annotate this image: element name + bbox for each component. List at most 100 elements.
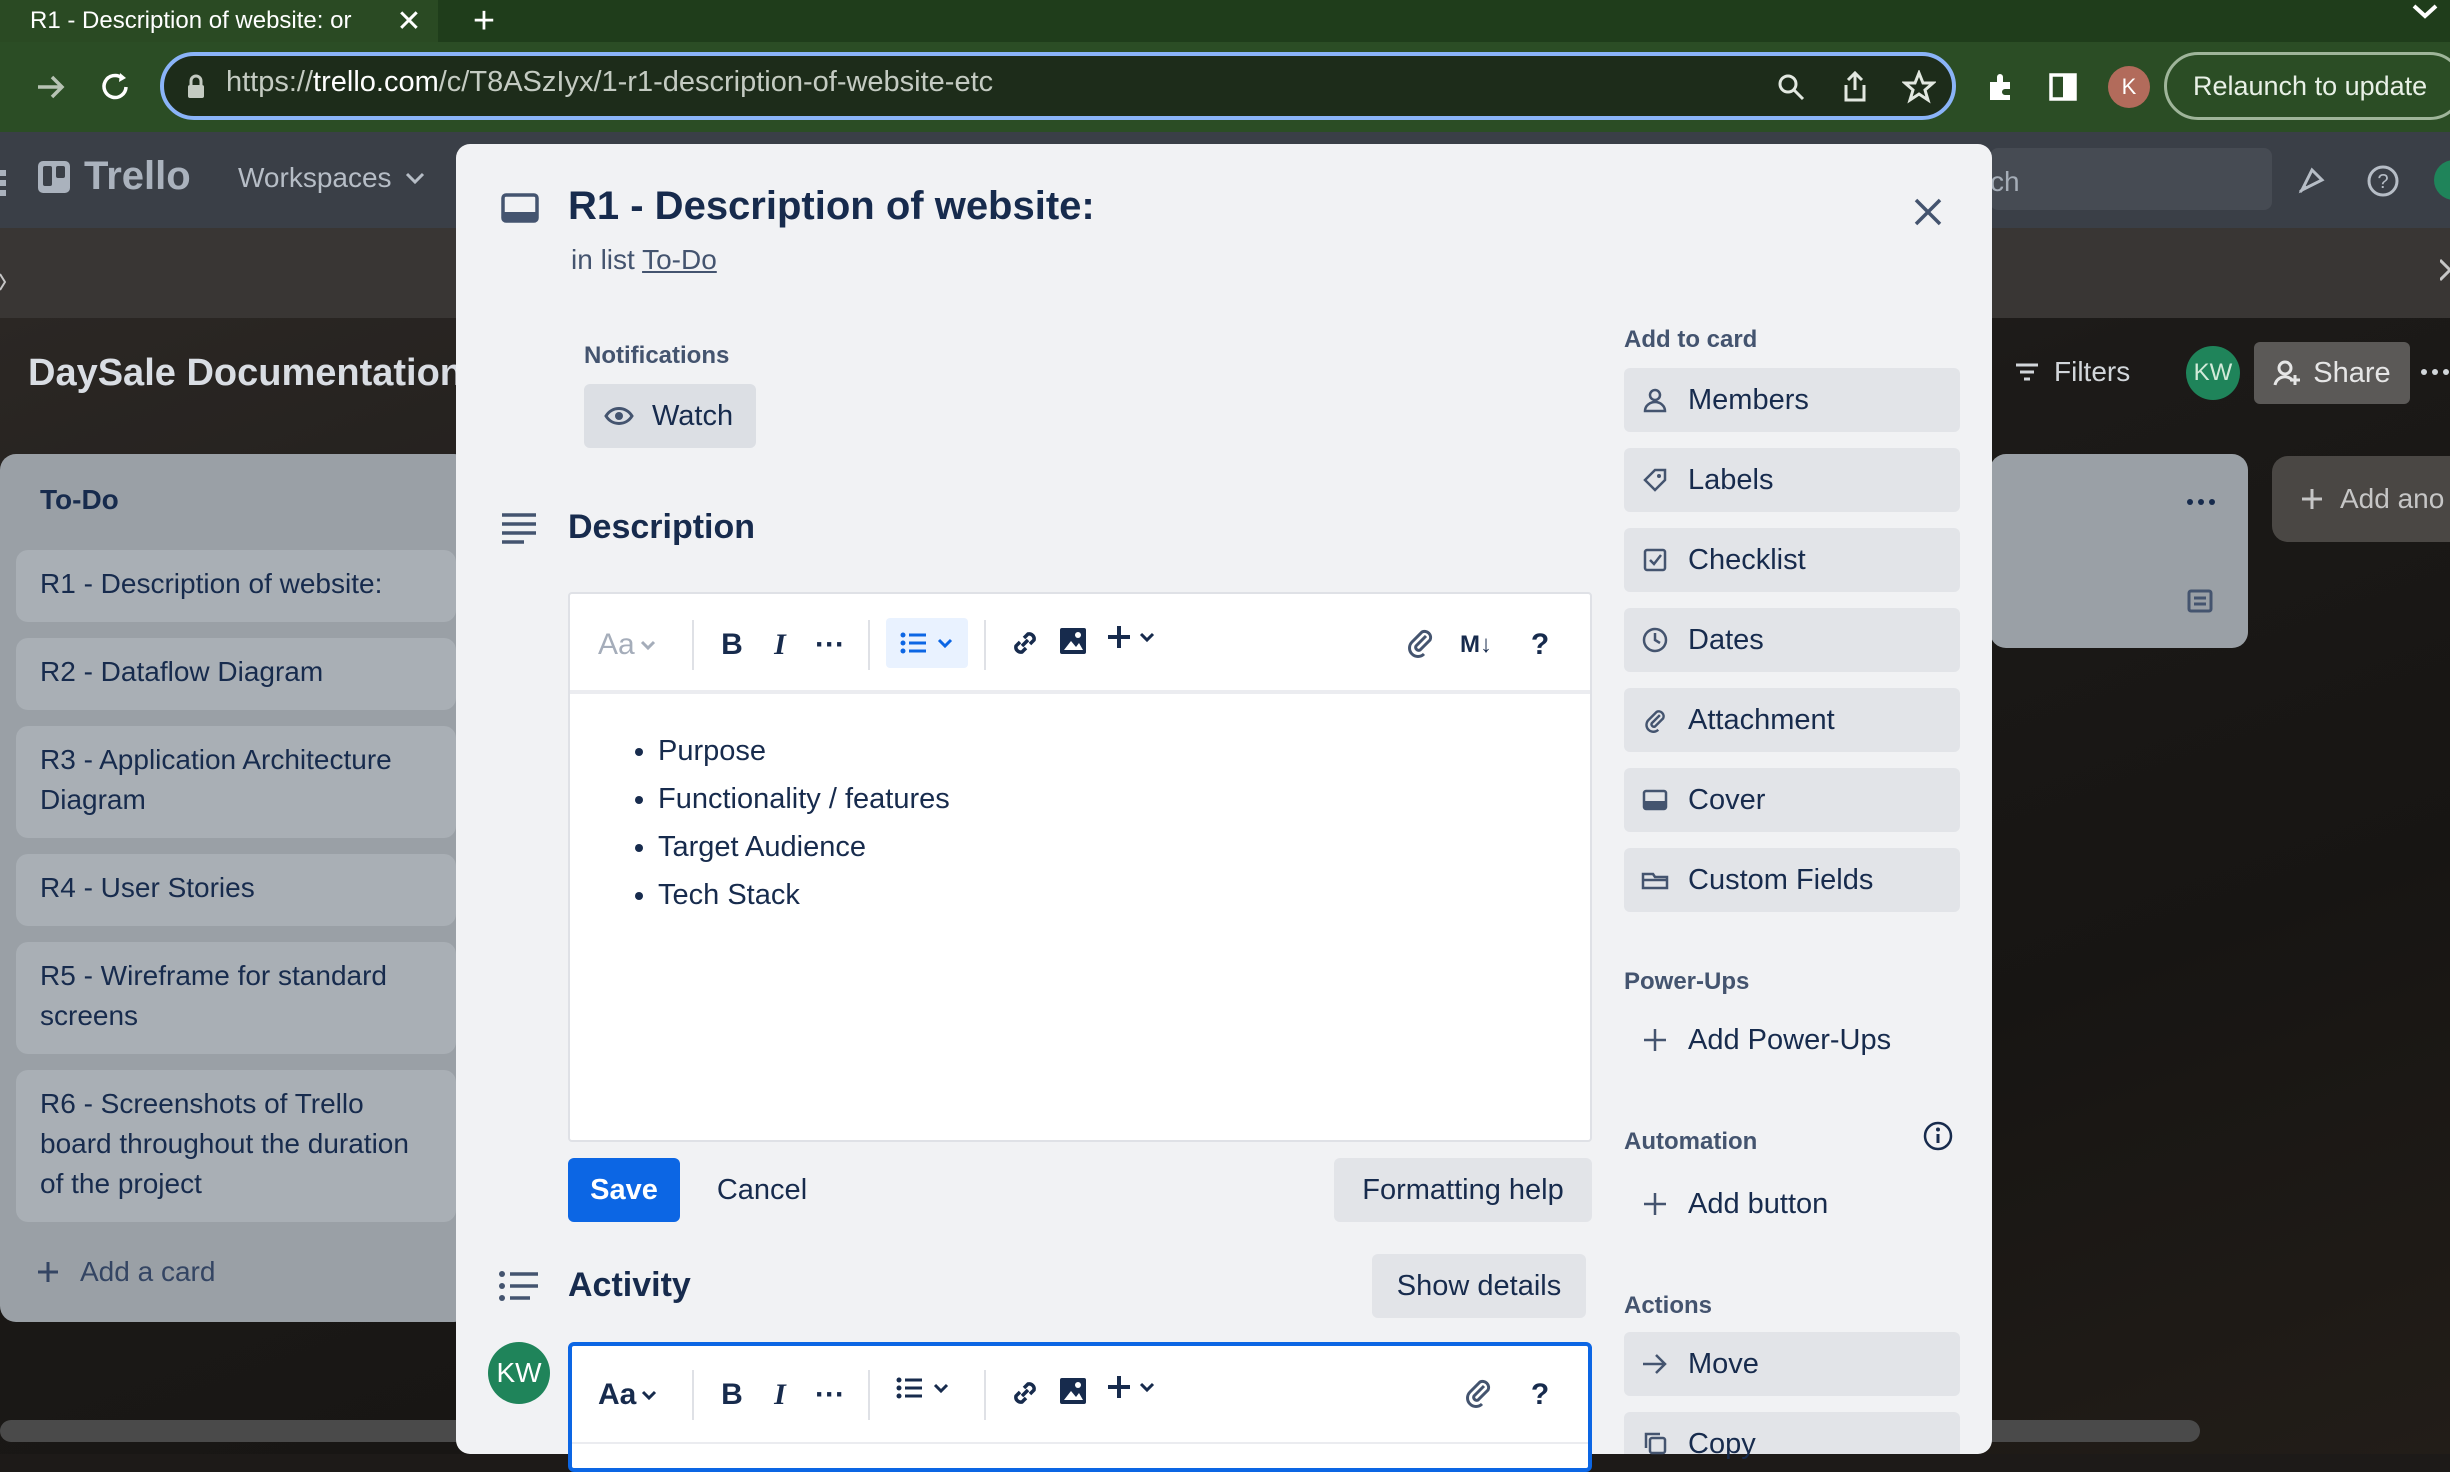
cancel-button[interactable]: Cancel bbox=[700, 1158, 824, 1222]
relaunch-button[interactable]: Relaunch to update bbox=[2164, 52, 2450, 120]
list-link[interactable]: To-Do bbox=[642, 244, 717, 275]
browser-tab[interactable]: R1 - Description of website: or bbox=[0, 0, 438, 42]
app-switcher-icon[interactable] bbox=[0, 170, 10, 196]
copy-button[interactable]: Copy bbox=[1624, 1412, 1960, 1460]
watch-button[interactable]: Watch bbox=[584, 384, 756, 448]
plus-icon bbox=[1106, 1374, 1132, 1400]
tab-title: R1 - Description of website: or bbox=[30, 7, 352, 34]
show-details-button[interactable]: Show details bbox=[1372, 1254, 1586, 1318]
list-more-icon[interactable] bbox=[2186, 498, 2216, 506]
formatting-help-button[interactable]: Formatting help bbox=[1334, 1158, 1592, 1222]
comment-image-icon[interactable] bbox=[1058, 1376, 1088, 1406]
comment-text-style-button[interactable]: Aa bbox=[598, 1372, 658, 1418]
bold-button[interactable]: B bbox=[716, 622, 748, 668]
move-button[interactable]: Move bbox=[1624, 1332, 1960, 1396]
members-button[interactable]: Members bbox=[1624, 368, 1960, 432]
close-tab-icon[interactable]: ✕ bbox=[392, 5, 426, 38]
filters-label: Filters bbox=[2054, 356, 2131, 387]
insert-button[interactable] bbox=[1106, 624, 1156, 650]
extensions-icon[interactable] bbox=[1984, 70, 2018, 104]
search-input[interactable]: ch bbox=[1990, 148, 2272, 210]
checklist-button[interactable]: Checklist bbox=[1624, 528, 1960, 592]
comment-bullet-list-button[interactable] bbox=[896, 1376, 950, 1400]
in-list-text: in list To-Do bbox=[571, 244, 717, 276]
person-icon bbox=[1640, 385, 1670, 415]
cover-button[interactable]: Cover bbox=[1624, 768, 1960, 832]
url-text[interactable]: https://trello.com/c/T8ASzIyx/1-r1-descr… bbox=[226, 66, 993, 99]
card-r5[interactable]: R5 - Wireframe for standard screens bbox=[16, 942, 456, 1054]
dates-button[interactable]: Dates bbox=[1624, 608, 1960, 672]
text-style-button[interactable]: Aa bbox=[598, 622, 657, 668]
card-r3[interactable]: R3 - Application Architecture Diagram bbox=[16, 726, 456, 838]
bookmark-star-icon[interactable] bbox=[1902, 70, 1936, 104]
share-page-icon[interactable] bbox=[1840, 70, 1870, 104]
toolbar-divider bbox=[868, 1370, 870, 1420]
bullet-list-button[interactable] bbox=[886, 618, 968, 668]
close-icon[interactable] bbox=[1904, 188, 1952, 236]
tab-search-chevron-icon[interactable] bbox=[2400, 0, 2450, 30]
link-icon[interactable] bbox=[1008, 626, 1042, 660]
add-card-button[interactable]: Add a card bbox=[36, 1256, 215, 1288]
toolbar-divider bbox=[692, 620, 694, 670]
share-button[interactable]: Share bbox=[2254, 342, 2410, 404]
add-power-ups-button[interactable]: Add Power-Ups bbox=[1624, 1008, 1960, 1072]
help-icon[interactable]: ? bbox=[2366, 164, 2400, 198]
board-title[interactable]: DaySale Documentation bbox=[28, 352, 463, 395]
attachment-icon[interactable] bbox=[1404, 626, 1436, 658]
chevron-down-icon bbox=[639, 639, 657, 651]
add-automation-button[interactable]: Add button bbox=[1624, 1172, 1960, 1236]
workspaces-menu[interactable]: Workspaces bbox=[238, 162, 426, 194]
comment-link-icon[interactable] bbox=[1008, 1376, 1042, 1410]
url-path: /c/T8ASzIyx/1-r1-description-of-website-… bbox=[438, 66, 994, 98]
more-formatting-button[interactable]: ··· bbox=[810, 622, 850, 668]
list-title[interactable]: To-Do bbox=[40, 484, 119, 516]
list-item: Tech Stack bbox=[658, 880, 950, 910]
help-button[interactable]: ? bbox=[1526, 622, 1554, 668]
lock-icon[interactable] bbox=[186, 74, 206, 100]
board-more-icon[interactable] bbox=[2420, 368, 2450, 376]
forward-icon[interactable] bbox=[34, 70, 68, 104]
comment-more-button[interactable]: ··· bbox=[810, 1372, 850, 1418]
comment-italic-button[interactable]: I bbox=[764, 1372, 796, 1418]
notifications-icon[interactable] bbox=[2294, 164, 2328, 198]
card-r4[interactable]: R4 - User Stories bbox=[16, 854, 456, 926]
image-icon[interactable] bbox=[1058, 626, 1088, 656]
add-person-icon bbox=[2273, 359, 2301, 387]
close-menu-icon[interactable] bbox=[2440, 256, 2450, 286]
trello-logo[interactable]: Trello bbox=[38, 154, 191, 199]
sidebar-collapse-icon[interactable] bbox=[0, 272, 6, 292]
card-r1[interactable]: R1 - Description of website: bbox=[16, 550, 456, 622]
bullet-list-icon bbox=[896, 1376, 924, 1400]
search-page-icon[interactable] bbox=[1776, 72, 1806, 102]
filters-button[interactable]: Filters bbox=[2014, 356, 2130, 388]
comment-attachment-icon[interactable] bbox=[1462, 1376, 1494, 1408]
info-icon[interactable] bbox=[1922, 1120, 1954, 1152]
card-r2[interactable]: R2 - Dataflow Diagram bbox=[16, 638, 456, 710]
reload-icon[interactable] bbox=[98, 70, 132, 104]
list-item: Purpose bbox=[658, 736, 950, 766]
commenter-avatar[interactable]: KW bbox=[488, 1342, 550, 1404]
comment-help-button[interactable]: ? bbox=[1526, 1372, 1554, 1418]
card-template-icon[interactable] bbox=[2186, 588, 2214, 614]
profile-avatar[interactable]: K bbox=[2108, 66, 2150, 108]
description-content[interactable]: Purpose Functionality / features Target … bbox=[628, 736, 950, 928]
attachment-button[interactable]: Attachment bbox=[1624, 688, 1960, 752]
save-button[interactable]: Save bbox=[568, 1158, 680, 1222]
new-tab-button[interactable]: + bbox=[462, 0, 506, 42]
attachment-label: Attachment bbox=[1688, 703, 1835, 736]
custom-fields-button[interactable]: Custom Fields bbox=[1624, 848, 1960, 912]
card-title: R2 - Dataflow Diagram bbox=[40, 656, 324, 687]
add-list-button[interactable]: Add ano bbox=[2272, 456, 2450, 542]
comment-bold-button[interactable]: B bbox=[716, 1372, 748, 1418]
markdown-button[interactable]: M↓ bbox=[1460, 622, 1492, 668]
card-title: R5 - Wireframe for standard screens bbox=[40, 960, 387, 1031]
labels-button[interactable]: Labels bbox=[1624, 448, 1960, 512]
card-r6[interactable]: R6 - Screenshots of Trello board through… bbox=[16, 1070, 456, 1222]
activity-icon bbox=[498, 1270, 540, 1302]
card-title-heading[interactable]: R1 - Description of website: bbox=[568, 184, 1095, 229]
italic-button[interactable]: I bbox=[764, 622, 796, 668]
board-member-avatar[interactable]: KW bbox=[2186, 346, 2240, 400]
list-item: Functionality / features bbox=[658, 784, 950, 814]
comment-insert-button[interactable] bbox=[1106, 1374, 1156, 1400]
side-panel-icon[interactable] bbox=[2048, 72, 2078, 102]
